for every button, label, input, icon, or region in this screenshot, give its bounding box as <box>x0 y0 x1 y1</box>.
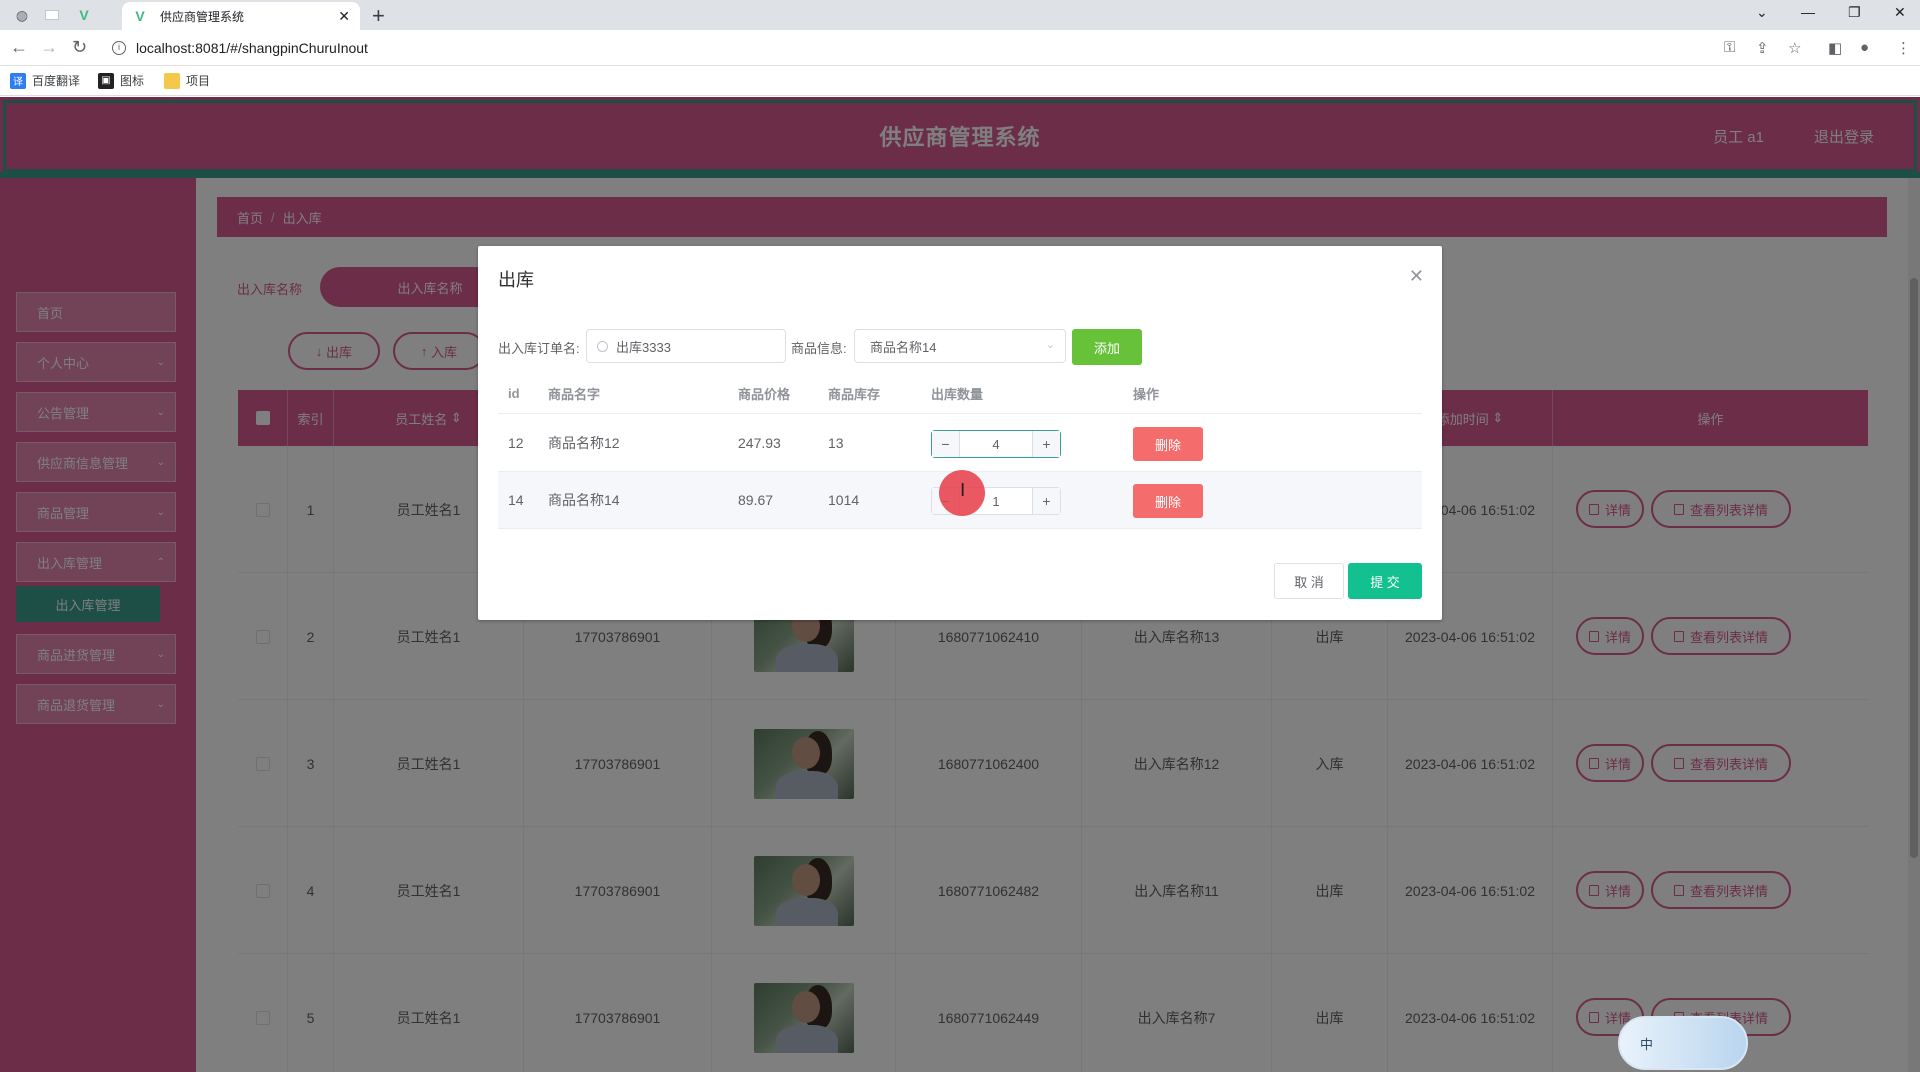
delete-button[interactable]: 删除 <box>1133 484 1203 518</box>
active-tab[interactable]: V 供应商管理系统 ✕ <box>122 2 360 30</box>
bookmarks-bar: 译 百度翻译 ▣ 图标 项目 <box>0 66 1920 96</box>
url-field[interactable]: i localhost:8081/#/shangpinChuruInout <box>112 37 1912 59</box>
th-price: 商品价格 <box>738 387 791 402</box>
vue-icon[interactable]: V <box>74 5 94 25</box>
folder-icon <box>164 72 180 89</box>
th-goods-name: 商品名字 <box>548 387 601 402</box>
reload-icon[interactable]: ↻ <box>72 37 87 58</box>
globe-icon[interactable]: ◍ <box>12 5 32 25</box>
delete-button[interactable]: 删除 <box>1133 427 1203 461</box>
close-window-icon[interactable]: ✕ <box>1894 4 1906 21</box>
bookmark-label: 百度翻译 <box>32 74 81 88</box>
sidepanel-icon[interactable]: ◧ <box>1828 39 1842 57</box>
cell-price: 247.93 <box>738 435 781 451</box>
minimize-icon[interactable]: — <box>1801 4 1815 20</box>
th-out-qty: 出库数量 <box>931 387 984 402</box>
forward-icon[interactable]: → <box>40 37 58 58</box>
add-button[interactable]: 添加 <box>1072 329 1142 365</box>
cell-stock: 13 <box>828 435 844 451</box>
url-text: localhost:8081/#/shangpinChuruInout <box>136 40 368 56</box>
bookmark-label: 项目 <box>186 74 211 88</box>
th-stock: 商品库存 <box>828 387 881 402</box>
profile-icon[interactable]: ● <box>1860 39 1869 56</box>
cell-goods-name: 商品名称14 <box>548 492 620 508</box>
key-icon[interactable]: ⚿ <box>1724 39 1735 56</box>
chevron-down-icon: ⌄ <box>1045 339 1055 351</box>
close-tab-icon[interactable]: ✕ <box>338 8 350 25</box>
back-icon[interactable]: ← <box>10 37 28 58</box>
order-name-value: 出库3333 <box>616 339 671 355</box>
tab-search-icon[interactable]: ⌄ <box>1756 4 1768 21</box>
dialog-table-header: id 商品名字 商品价格 商品库存 出库数量 操作 <box>498 374 1422 414</box>
goods-info-label: 商品信息: <box>791 341 847 356</box>
bookmark-baidu-translate[interactable]: 译 百度翻译 <box>10 72 80 89</box>
bookmark-icons[interactable]: ▣ 图标 <box>98 72 144 89</box>
more-icon[interactable]: ⋮ <box>1896 39 1911 57</box>
order-name-label: 出入库订单名: <box>498 341 580 356</box>
blank-tab-icon[interactable] <box>42 5 62 25</box>
bookmark-project[interactable]: 项目 <box>164 72 210 89</box>
star-icon[interactable]: ☆ <box>1788 39 1801 57</box>
browser-tab-bar: ◍ V V 供应商管理系统 ✕ + ⌄ — ❐ ✕ <box>0 0 1920 30</box>
info-icon[interactable]: i <box>112 41 126 55</box>
order-name-input[interactable]: 出库3333 <box>586 329 786 363</box>
tab-title: 供应商管理系统 <box>160 9 245 24</box>
text-cursor-icon: I <box>960 480 966 501</box>
goods-select-value: 商品名称14 <box>870 339 937 355</box>
dialog-table-row: 12 商品名称12 247.93 13 − 4 + 删除 <box>498 415 1422 472</box>
image-icon: ▣ <box>98 72 114 89</box>
increment-icon[interactable]: + <box>1032 488 1060 514</box>
th-id: id <box>508 386 520 401</box>
share-icon[interactable]: ⇪ <box>1756 39 1769 57</box>
cell-price: 89.67 <box>738 492 774 508</box>
submit-button[interactable]: 提 交 <box>1348 563 1422 599</box>
vue-icon: V <box>135 8 145 24</box>
address-bar: ← → ↻ i localhost:8081/#/shangpinChuruIn… <box>0 30 1920 66</box>
restore-icon[interactable]: ❐ <box>1848 4 1861 21</box>
dialog-title: 出库 <box>498 270 534 290</box>
search-icon <box>597 340 608 352</box>
translate-icon: 译 <box>10 72 26 89</box>
th-operation: 操作 <box>1133 387 1160 402</box>
ime-toolbar[interactable]: 中 <box>1618 1016 1748 1070</box>
close-icon[interactable]: ✕ <box>1409 266 1424 287</box>
cell-goods-name: 商品名称12 <box>548 435 620 451</box>
decrement-icon[interactable]: − <box>932 431 960 457</box>
bookmark-label: 图标 <box>120 74 145 88</box>
out-dialog: 出库 ✕ 出入库订单名: 出库3333 商品信息: 商品名称14 ⌄ 添加 id… <box>478 246 1442 620</box>
quantity-value[interactable]: 4 <box>960 431 1032 457</box>
increment-icon[interactable]: + <box>1032 431 1060 457</box>
cell-id: 12 <box>508 435 524 451</box>
cell-id: 14 <box>508 492 524 508</box>
cell-stock: 1014 <box>828 492 860 508</box>
quantity-stepper[interactable]: − 4 + <box>931 430 1061 458</box>
cancel-button[interactable]: 取 消 <box>1274 563 1344 599</box>
ime-mode-label[interactable]: 中 <box>1640 1034 1653 1053</box>
goods-select[interactable]: 商品名称14 ⌄ <box>854 329 1066 363</box>
new-tab-icon[interactable]: + <box>372 3 385 29</box>
